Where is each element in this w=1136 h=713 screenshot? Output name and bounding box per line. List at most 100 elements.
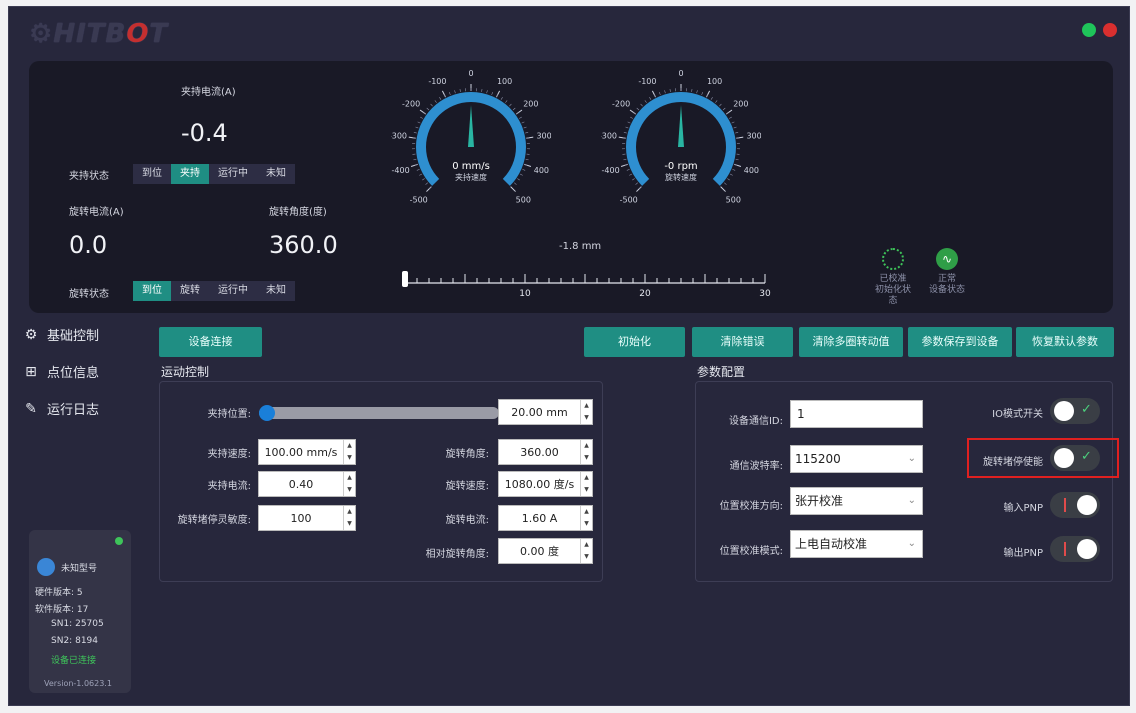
- spin-down-icon[interactable]: ▼: [581, 551, 592, 563]
- rot-gauge-minor-tick: [719, 103, 722, 107]
- calib-dir-select[interactable]: 张开校准 ⌄: [790, 487, 923, 515]
- clamp-gauge-tick-label: -500: [410, 195, 428, 204]
- rot-gauge-minor-tick: [636, 107, 640, 111]
- calib-mode-value: 上电自动校准: [795, 537, 868, 551]
- spin-arrows[interactable]: ▲ ▼: [343, 472, 355, 496]
- clamp-gauge-minor-tick: [425, 182, 429, 185]
- rel-angle-spinbox[interactable]: 0.00 度 ▲ ▼: [498, 538, 593, 564]
- spin-up-icon[interactable]: ▲: [581, 472, 592, 484]
- rot-gauge-needle: [678, 105, 684, 147]
- nav-run-log[interactable]: ✎ 运行日志: [23, 399, 99, 419]
- sn2-label: SN2:: [51, 636, 73, 646]
- spin-up-icon[interactable]: ▲: [344, 440, 355, 452]
- spin-down-icon[interactable]: ▼: [581, 412, 592, 424]
- save-params-button[interactable]: 参数保存到设备: [908, 327, 1012, 357]
- input-pnp-toggle[interactable]: [1050, 492, 1100, 518]
- clamp-gauge-minor-tick: [459, 88, 461, 93]
- clamp-gauge-minor-tick: [505, 100, 508, 103]
- toggle-knob[interactable]: [1077, 539, 1097, 559]
- stall-sensitivity-spinbox[interactable]: 100 ▲ ▼: [258, 505, 356, 531]
- calib-mode-label: 位置校准模式:: [719, 546, 783, 557]
- spin-down-icon[interactable]: ▼: [581, 484, 592, 496]
- motion-control-title: 运动控制: [161, 365, 210, 379]
- spin-down-icon[interactable]: ▼: [344, 484, 355, 496]
- spin-arrows[interactable]: ▲ ▼: [580, 440, 592, 464]
- stall-sensitivity-value: 100: [290, 511, 312, 525]
- rot-gauge-minor-tick: [625, 126, 629, 129]
- baud-select[interactable]: 115200 ⌄: [790, 445, 923, 473]
- calib-mode-select[interactable]: 上电自动校准 ⌄: [790, 530, 923, 558]
- clamp-gauge-minor-tick: [517, 178, 520, 181]
- rot-gauge-minor-tick: [629, 173, 633, 176]
- spin-up-icon[interactable]: ▲: [344, 506, 355, 518]
- spin-up-icon[interactable]: ▲: [344, 472, 355, 484]
- spin-arrows[interactable]: ▲ ▼: [343, 440, 355, 464]
- spin-down-icon[interactable]: ▼: [344, 518, 355, 530]
- hw-version: 硬件版本: 5: [35, 585, 83, 598]
- check-icon: ✓: [1081, 402, 1092, 417]
- sn2: SN2: 8194: [51, 636, 98, 646]
- spin-arrows[interactable]: ▲ ▼: [343, 506, 355, 530]
- clamp-position-spinbox[interactable]: 20.00 mm ▲ ▼: [498, 399, 593, 425]
- clamp-gauge-minor-tick: [419, 173, 423, 176]
- spin-arrows[interactable]: ▲ ▼: [580, 472, 592, 496]
- device-connect-button[interactable]: 设备连接: [159, 327, 262, 357]
- restore-defaults-button[interactable]: 恢复默认参数: [1016, 327, 1114, 357]
- rot-angle-spinbox[interactable]: 360.00 ▲ ▼: [498, 439, 593, 465]
- clamp-gauge-minor-tick: [513, 182, 517, 185]
- clamp-gauge-minor-tick: [434, 100, 437, 103]
- spin-down-icon[interactable]: ▼: [581, 518, 592, 530]
- clamp-speed-spinbox[interactable]: 100.00 mm/s ▲ ▼: [258, 439, 356, 465]
- status-green-dot[interactable]: [1082, 23, 1096, 37]
- rot-speed-spinbox[interactable]: 1080.00 度/s ▲ ▼: [498, 471, 593, 497]
- output-pnp-label: 输出PNP: [1003, 548, 1043, 559]
- rot-gauge-tick-label: 400: [744, 166, 759, 175]
- io-mode-label: IO模式开关: [992, 409, 1043, 420]
- toggle-knob[interactable]: [1054, 401, 1074, 421]
- clamp-gauge-minor-tick: [449, 92, 451, 96]
- spin-up-icon[interactable]: ▲: [581, 440, 592, 452]
- rot-gauge-tick-label: -500: [620, 195, 638, 204]
- stall-enable-toggle[interactable]: ✓: [1050, 445, 1100, 471]
- clamp-gauge-value: 0 mm/s: [452, 161, 490, 172]
- output-pnp-toggle[interactable]: [1050, 536, 1100, 562]
- clamp-gauge-minor-tick: [454, 90, 456, 94]
- spin-arrows[interactable]: ▲ ▼: [580, 539, 592, 563]
- clamp-position-slider-track[interactable]: [259, 407, 499, 419]
- nav-label: 基础控制: [47, 329, 100, 344]
- clamp-gauge-tick-label: 300: [536, 131, 551, 140]
- rot-gauge-tick-label: 300: [746, 131, 761, 140]
- ruler-tick-label: 10: [519, 289, 531, 299]
- spin-down-icon[interactable]: ▼: [581, 452, 592, 464]
- comm-id-input[interactable]: 1: [790, 400, 923, 428]
- spin-up-icon[interactable]: ▲: [581, 400, 592, 412]
- clamp-current-spinbox[interactable]: 0.40 ▲ ▼: [258, 471, 356, 497]
- io-mode-toggle[interactable]: ✓: [1050, 398, 1100, 424]
- clear-error-button[interactable]: 清除错误: [692, 327, 793, 357]
- toggle-knob[interactable]: [1054, 448, 1074, 468]
- initialize-button[interactable]: 初始化: [584, 327, 685, 357]
- nav-point-info[interactable]: ⊞ 点位信息: [23, 362, 99, 382]
- close-red-dot[interactable]: [1103, 23, 1117, 37]
- rot-gauge-minor-tick: [723, 182, 727, 185]
- clamp-gauge-name: 夹持速度: [455, 172, 487, 182]
- clear-multiturn-button[interactable]: 清除多圈转动值: [799, 327, 903, 357]
- spin-up-icon[interactable]: ▲: [581, 539, 592, 551]
- rot-gauge-minor-tick: [722, 107, 726, 111]
- rot-angle-value: 360.0: [269, 231, 338, 259]
- clamp-position-slider-handle[interactable]: [259, 405, 275, 421]
- rot-gauge-minor-tick: [735, 158, 739, 161]
- clamp-gauge-tick-label: -300: [391, 131, 407, 140]
- rel-angle-value: 0.00 度: [520, 545, 559, 558]
- rot-current-spinbox[interactable]: 1.60 A ▲ ▼: [498, 505, 593, 531]
- rot-gauge-tick-label: 200: [733, 100, 748, 109]
- nav-basic-control[interactable]: ⚙ 基础控制: [23, 325, 100, 345]
- spin-arrows[interactable]: ▲ ▼: [580, 400, 592, 424]
- calibrated-icon: [882, 248, 904, 270]
- clamp-gauge-minor-tick: [416, 168, 420, 171]
- toggle-knob[interactable]: [1077, 495, 1097, 515]
- spin-down-icon[interactable]: ▼: [344, 452, 355, 464]
- rot-current-input-label: 旋转电流:: [445, 515, 489, 526]
- spin-arrows[interactable]: ▲ ▼: [580, 506, 592, 530]
- spin-up-icon[interactable]: ▲: [581, 506, 592, 518]
